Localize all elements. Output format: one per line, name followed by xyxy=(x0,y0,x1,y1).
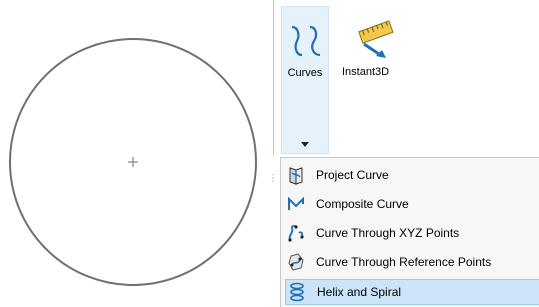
instant3d-label: Instant3D xyxy=(342,66,390,78)
menu-item-label: Curve Through Reference Points xyxy=(316,255,492,269)
composite-curve-icon xyxy=(285,193,307,215)
curve-xyz-points-icon xyxy=(285,222,307,244)
menu-item-project-curve[interactable]: Project Curve xyxy=(285,162,539,188)
flyout-grip: ⋮ xyxy=(268,173,278,184)
curves-icon xyxy=(291,25,321,57)
menu-item-helix-spiral[interactable]: Helix and Spiral xyxy=(285,279,539,305)
menu-item-composite-curve[interactable]: Composite Curve xyxy=(285,191,539,217)
curve-reference-points-icon xyxy=(285,251,307,273)
ribbon-panel: Curves Instant3D xyxy=(273,0,539,156)
project-curve-icon xyxy=(285,164,307,186)
menu-item-curve-xyz-points[interactable]: Curve Through XYZ Points xyxy=(285,220,539,246)
sketch-circle[interactable] xyxy=(0,0,270,307)
menu-item-label: Curve Through XYZ Points xyxy=(316,226,460,240)
ruler-icon xyxy=(358,20,394,58)
menu-item-label: Composite Curve xyxy=(316,197,409,211)
menu-item-label: Helix and Spiral xyxy=(317,285,402,299)
menu-item-label: Project Curve xyxy=(316,168,389,182)
instant3d-button[interactable]: Instant3D xyxy=(342,6,408,86)
curves-button[interactable]: Curves xyxy=(281,6,329,154)
curves-label: Curves xyxy=(287,67,323,79)
helix-spiral-icon xyxy=(286,281,308,303)
curves-dropdown-menu: Project Curve Composite Curve Curve Thro… xyxy=(280,157,539,307)
chevron-down-icon[interactable] xyxy=(298,139,312,149)
menu-item-curve-reference-points[interactable]: Curve Through Reference Points xyxy=(285,249,539,275)
circle-center-point xyxy=(128,157,138,167)
